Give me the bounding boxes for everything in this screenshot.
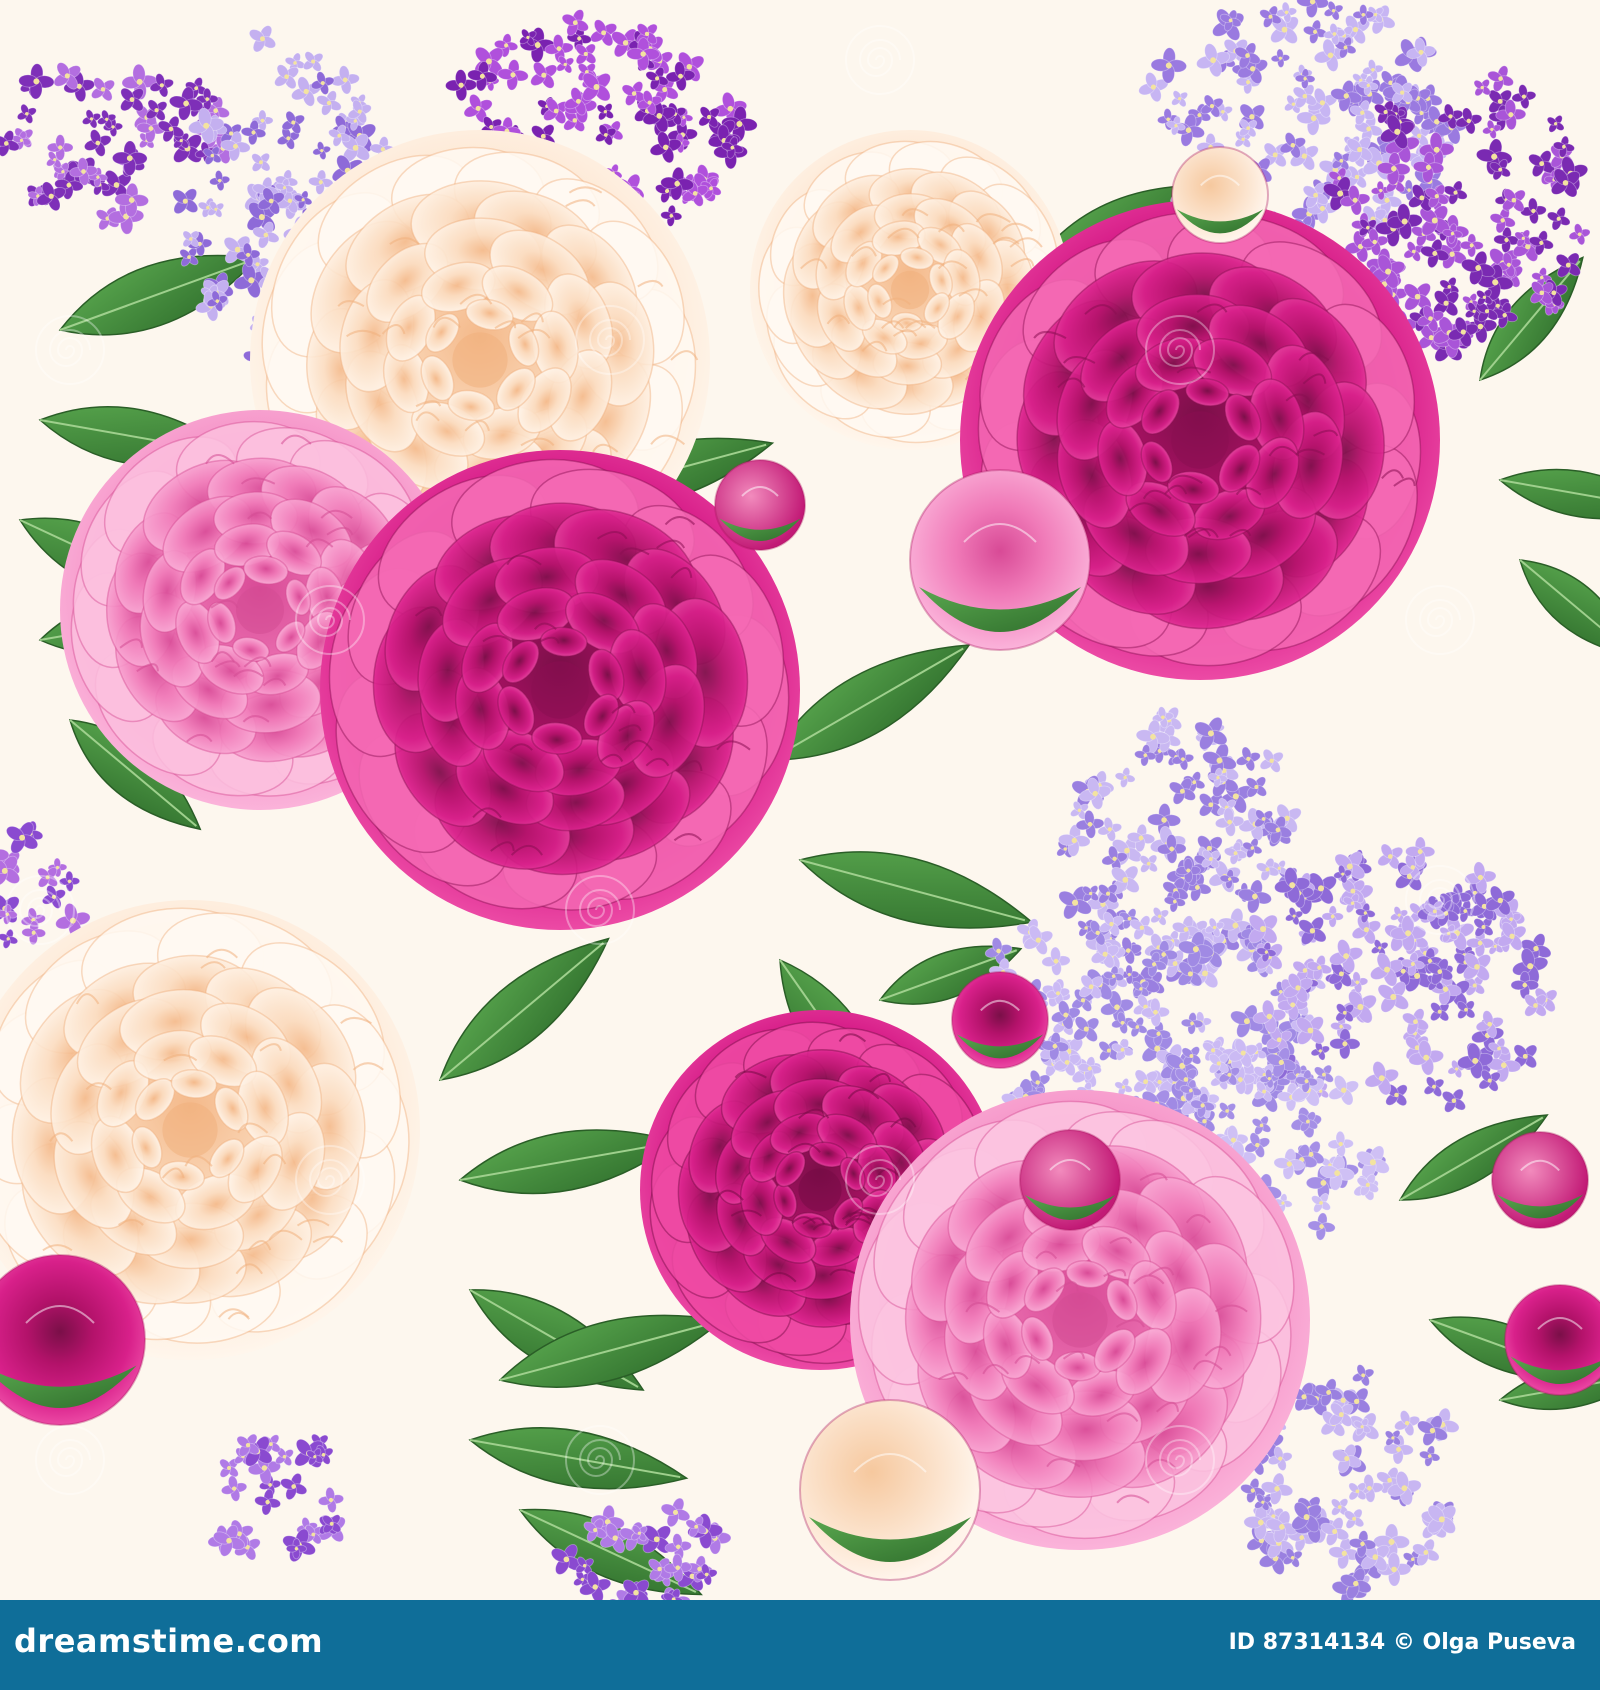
peony-bud [909, 469, 1091, 651]
peony-bud [1019, 1129, 1121, 1231]
peony-bud [1171, 146, 1269, 244]
image-stage: dreamstime.com ID 87314134 © Olga Puseva [0, 0, 1600, 1690]
footer-bar: dreamstime.com ID 87314134 © Olga Puseva [0, 1600, 1600, 1690]
brand-logo-text[interactable]: dreamstime.com [14, 1622, 323, 1660]
image-credit: ID 87314134 © Olga Puseva [1228, 1630, 1576, 1655]
peony-bud [951, 971, 1049, 1069]
floral-pattern-artwork [0, 0, 1600, 1600]
peony-bud [799, 1399, 981, 1581]
peony-bud [714, 459, 806, 551]
peony-bud [1491, 1131, 1589, 1229]
